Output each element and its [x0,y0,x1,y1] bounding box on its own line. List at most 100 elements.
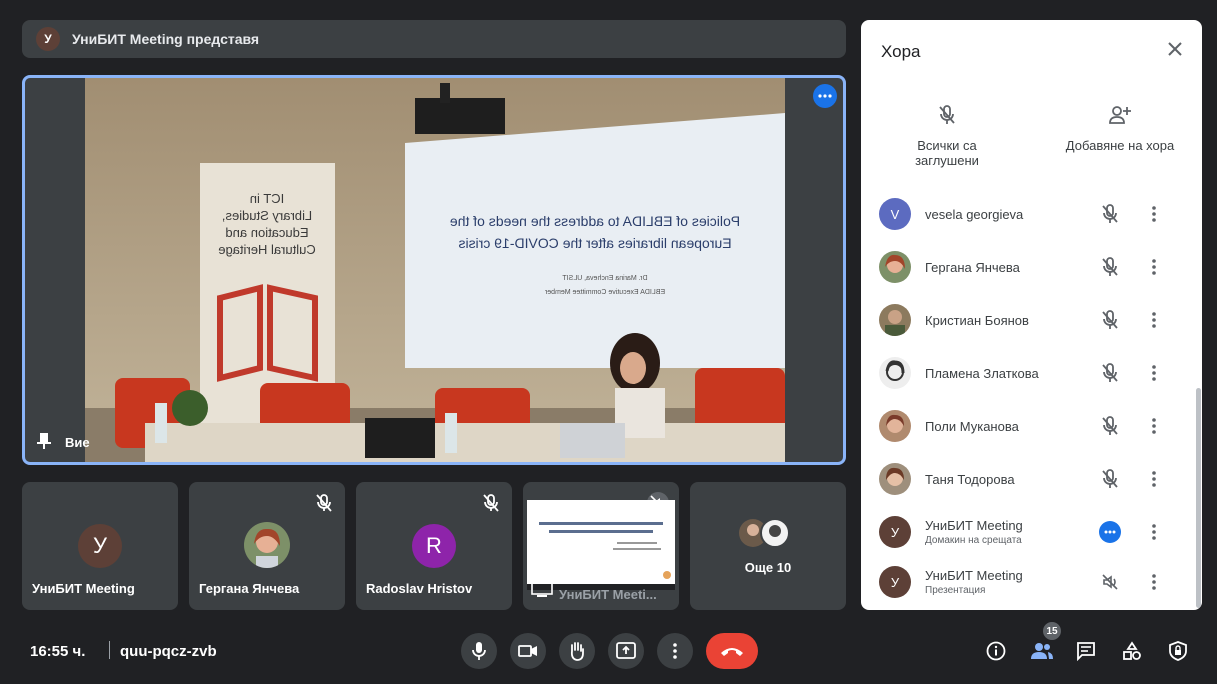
present-now-button[interactable] [608,633,644,669]
mic-off-icon[interactable] [1099,362,1121,384]
more-vert-icon[interactable] [1150,415,1158,437]
presentation-tile[interactable]: УниБИТ Meeti... [523,482,679,610]
mic-off-icon [313,492,335,514]
banner-sign-line4: Cultural Heritage [218,242,316,257]
participant-name: vesela georgieva [925,206,1024,222]
bottom-bar: 16:55 ч. quu-pqcz-zvb [0,618,1217,684]
list-item[interactable]: V vesela georgieva [861,188,1202,240]
mic-off-icon[interactable] [1099,309,1121,331]
participant-name: Гергана Янчева [925,259,1020,275]
participant-tile[interactable]: R Radoslav Hristov [356,482,512,610]
chat-icon[interactable] [1071,636,1101,666]
panel-title: Хора [881,42,921,61]
more-participants-tile[interactable]: Още 10 [690,482,846,610]
participant-name: Пламена Златкова [925,365,1039,381]
more-count-label: Още 10 [744,560,792,575]
speaker-off-icon[interactable] [1099,571,1121,593]
participant-name: Таня Тодорова [925,471,1015,487]
avatar: У [879,516,911,548]
list-item[interactable]: Кристиан Боянов [861,294,1202,346]
more-options-button[interactable] [657,633,693,669]
avatar [879,251,911,283]
mic-off-icon [887,102,1007,128]
activities-icon[interactable] [1117,636,1147,666]
participant-name: Radoslav Hristov [366,581,473,596]
mute-all-button[interactable]: Всички са заглушени [887,102,1007,168]
meeting-time: 16:55 ч. [30,642,86,660]
participant-name: УниБИТ Meeti... [559,587,657,602]
participant-tile[interactable]: У УниБИТ Meeting [22,482,178,610]
add-person-icon [1060,102,1180,128]
participant-name: УниБИТ Meeting [32,581,135,596]
mic-off-icon[interactable] [1099,468,1121,490]
avatar [879,304,911,336]
more-vert-icon[interactable] [1150,468,1158,490]
avatar: V [879,198,911,230]
presenter-avatar: У [36,27,60,51]
list-item[interactable]: Гергана Янчева [861,241,1202,293]
mic-off-icon[interactable] [1099,256,1121,278]
participant-role: Презентация [925,585,986,596]
list-item[interactable]: Пламена Златкова [861,347,1202,399]
avatar: У [78,524,122,568]
camera-button[interactable] [510,633,546,669]
slide-line2: European libraries after the COVID-19 cr… [458,235,731,251]
close-button[interactable] [1162,38,1188,64]
present-screen-icon [531,581,553,602]
participant-name-block: УниБИТ Meeting Презентация [925,568,1023,596]
participant-name: УниБИТ Meeting [925,518,1023,533]
participant-name: Поли Муканова [925,418,1019,434]
participant-name: Кристиан Боянов [925,312,1029,328]
avatar: У [879,566,911,598]
info-icon[interactable] [981,636,1011,666]
leave-call-button[interactable] [706,633,758,669]
avatar: R [412,524,456,568]
participant-name-block: УниБИТ Meeting Домакин на срещата [925,518,1023,546]
you-name: Вие [65,435,90,450]
speaking-indicator-icon [1099,521,1121,543]
presentation-video: ICT in Library Studies, Education and Cu… [85,78,785,462]
add-people-button[interactable]: Добавяне на хора [1060,102,1180,153]
meeting-code: quu-pqcz-zvb [120,642,217,660]
more-vert-icon[interactable] [1150,309,1158,331]
raise-hand-button[interactable] [559,633,595,669]
presenting-banner: У УниБИТ Meeting представя [22,20,846,58]
mic-off-icon [480,492,502,514]
slide-preview [527,500,675,590]
mic-off-icon[interactable] [1099,203,1121,225]
close-icon [1168,41,1182,61]
microphone-button[interactable] [461,633,497,669]
people-count-badge: 15 [1043,622,1061,640]
avatar [879,463,911,495]
divider [109,641,110,659]
add-people-label: Добавяне на хора [1065,138,1175,153]
avatar [879,410,911,442]
more-vert-icon[interactable] [1150,256,1158,278]
mic-off-icon[interactable] [1099,415,1121,437]
participant-role: Домакин на срещата [925,535,1022,546]
banner-sign-line3: Education and [225,225,308,240]
more-vert-icon[interactable] [1150,203,1158,225]
scrollbar[interactable] [1196,388,1201,608]
list-item[interactable]: Поли Муканова [861,400,1202,452]
main-video-tile[interactable]: ICT in Library Studies, Education and Cu… [22,75,846,465]
list-item[interactable]: Таня Тодорова [861,453,1202,505]
participant-name: Гергана Янчева [199,581,300,596]
participant-tile[interactable]: Гергана Янчева [189,482,345,610]
people-icon[interactable] [1027,636,1057,666]
host-controls-icon[interactable] [1163,636,1193,666]
banner-sign-line1: ICT in [250,191,284,206]
more-vert-icon[interactable] [1150,521,1158,543]
more-vert-icon[interactable] [1150,362,1158,384]
slide-role: EBLIDA Executive Committee Member [544,289,665,296]
list-item[interactable]: У УниБИТ Meeting Домакин на срещата [861,506,1202,558]
avatar [879,357,911,389]
more-vert-icon[interactable] [1150,571,1158,593]
mute-all-label: Всички са заглушени [915,138,979,168]
participant-name: УниБИТ Meeting [925,568,1023,583]
list-item[interactable]: У УниБИТ Meeting Презентация [861,556,1202,608]
people-panel: Хора Всички са заглушени Добавяне на хор… [861,20,1202,610]
more-options-button[interactable] [813,84,837,108]
avatar [244,522,290,568]
you-label: Вие [37,433,90,452]
